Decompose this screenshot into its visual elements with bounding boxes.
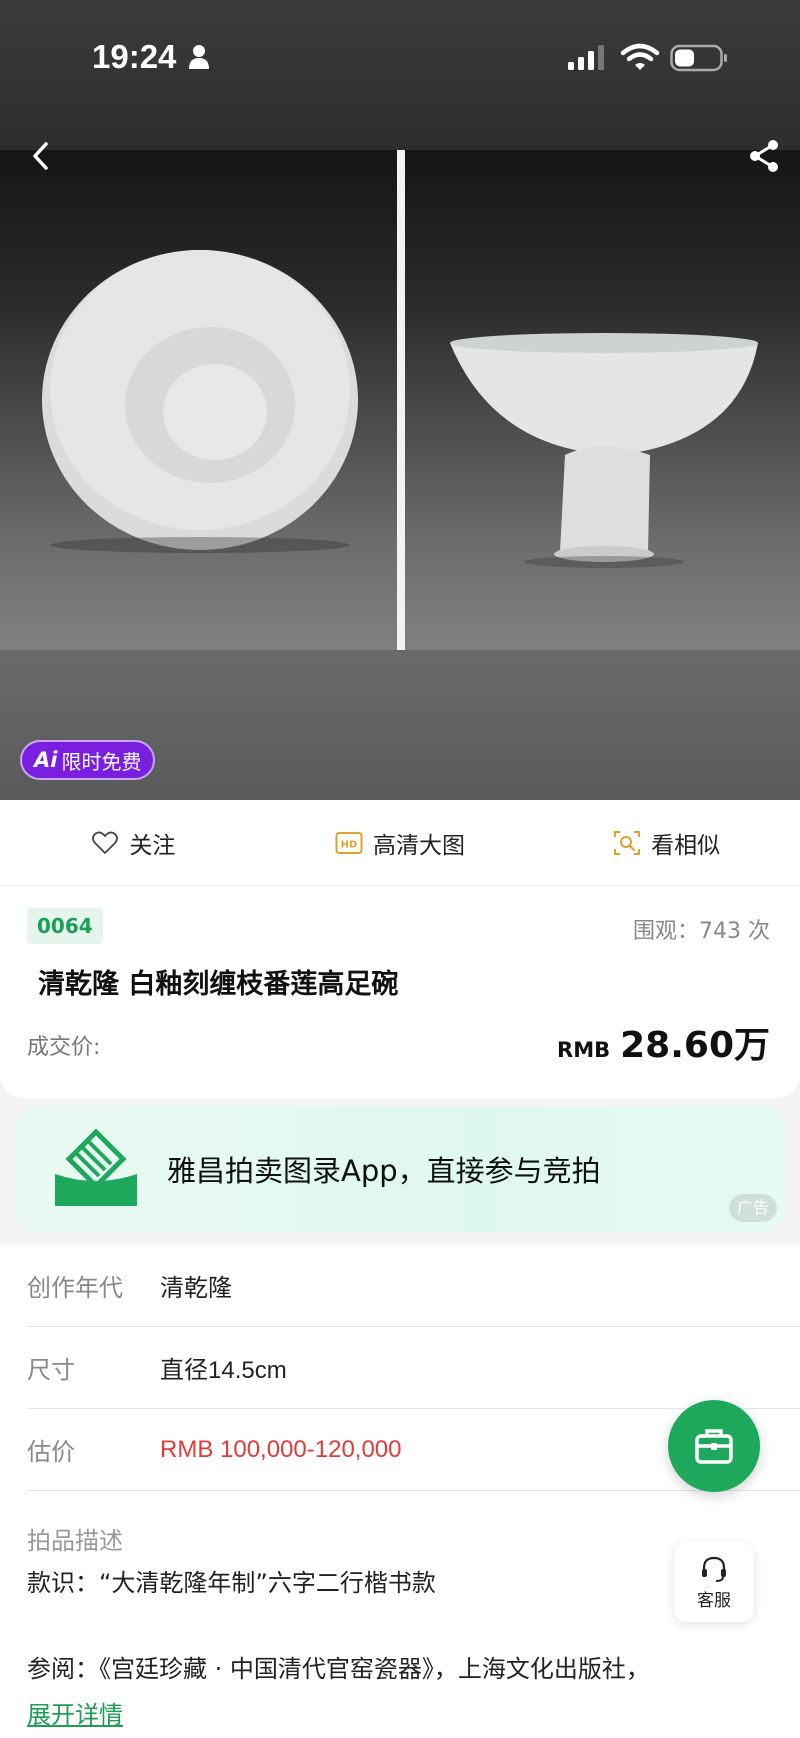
lot-number-badge: 0064: [27, 908, 103, 944]
headset-icon: [702, 1556, 726, 1582]
lot-detail-page: 19:24 Ai 限时免费 关注 HD 高清大图 看相似 0064 围观：743…: [0, 0, 800, 1738]
photo-divider: [397, 150, 405, 650]
price-value: 28.60万: [620, 1025, 770, 1066]
customer-service-label: 客服: [697, 1590, 731, 1611]
detail-value: 清乾隆: [160, 1275, 232, 1302]
detail-row-era: 创作年代 清乾隆: [27, 1245, 800, 1327]
lot-details: 创作年代 清乾隆 尺寸 直径14.5cm 估价 RMB 100,000-120,…: [0, 1245, 800, 1738]
heart-icon: [92, 831, 119, 854]
detail-label: 尺寸: [27, 1356, 75, 1384]
expand-details-link[interactable]: 展开详情: [27, 1695, 123, 1730]
battery-icon: [670, 44, 727, 72]
person-icon: [189, 45, 209, 69]
hammer-price-label: 成交价:: [27, 1035, 101, 1060]
hero-image-area[interactable]: 19:24 Ai 限时免费: [0, 0, 800, 800]
back-chevron-icon[interactable]: [20, 134, 64, 178]
detail-label: 创作年代: [27, 1274, 123, 1302]
view-count: 围观：743 次: [633, 919, 770, 944]
ad-text: 雅昌拍卖图录App，直接参与竞拍: [167, 1154, 601, 1188]
briefcase-fab-button[interactable]: [668, 1400, 760, 1492]
hd-image-label: 高清大图: [373, 832, 465, 859]
description-reference: 参阅：《宫廷珍藏 · 中国清代官窑瓷器》，上海文化出版社，: [27, 1655, 650, 1683]
artron-app-logo-icon: [55, 1128, 137, 1206]
customer-service-button[interactable]: 客服: [674, 1542, 754, 1622]
svg-text:HD: HD: [341, 839, 358, 850]
lot-info-card: 0064 围观：743 次 清乾隆 白釉刻缠枝番莲高足碗 成交价: RMB 28…: [0, 886, 800, 1098]
image-search-icon: [614, 830, 641, 855]
hd-icon: HD: [335, 831, 363, 854]
ad-tag: 广告: [728, 1194, 777, 1222]
estimate-value: RMB 100,000-120,000: [160, 1435, 402, 1463]
description-inscription: 款识：“大清乾隆年制”六字二行楷书款: [27, 1569, 436, 1597]
view-similar-button[interactable]: 看相似: [533, 826, 800, 860]
ai-logo-mark: Ai: [34, 748, 58, 772]
hd-image-button[interactable]: HD 高清大图: [267, 826, 534, 860]
wifi-icon: [620, 43, 660, 70]
detail-row-size: 尺寸 直径14.5cm: [27, 1327, 800, 1409]
status-time: 19:24: [92, 38, 177, 75]
follow-button[interactable]: 关注: [0, 826, 267, 860]
price-currency: RMB: [557, 1038, 611, 1062]
follow-label: 关注: [129, 832, 176, 859]
cellular-signal-icon: [568, 45, 604, 70]
share-icon[interactable]: [742, 134, 786, 178]
briefcase-icon: [695, 1429, 733, 1464]
lot-title: 清乾隆 白釉刻缠枝番莲高足碗: [38, 969, 399, 1000]
detail-label: 估价: [27, 1438, 75, 1466]
description-label: 拍品描述: [27, 1527, 123, 1555]
ai-badge-label: 限时免费: [61, 749, 142, 774]
status-bar: 19:24: [0, 0, 800, 120]
ai-free-badge[interactable]: Ai 限时免费: [20, 740, 156, 780]
app-ad-banner[interactable]: 雅昌拍卖图录App，直接参与竞拍 广告: [15, 1106, 785, 1232]
view-similar-label: 看相似: [651, 832, 721, 859]
action-bar: 关注 HD 高清大图 看相似: [0, 800, 800, 886]
hammer-price: RMB 28.60万: [557, 1016, 770, 1068]
detail-value: 直径14.5cm: [160, 1357, 287, 1384]
